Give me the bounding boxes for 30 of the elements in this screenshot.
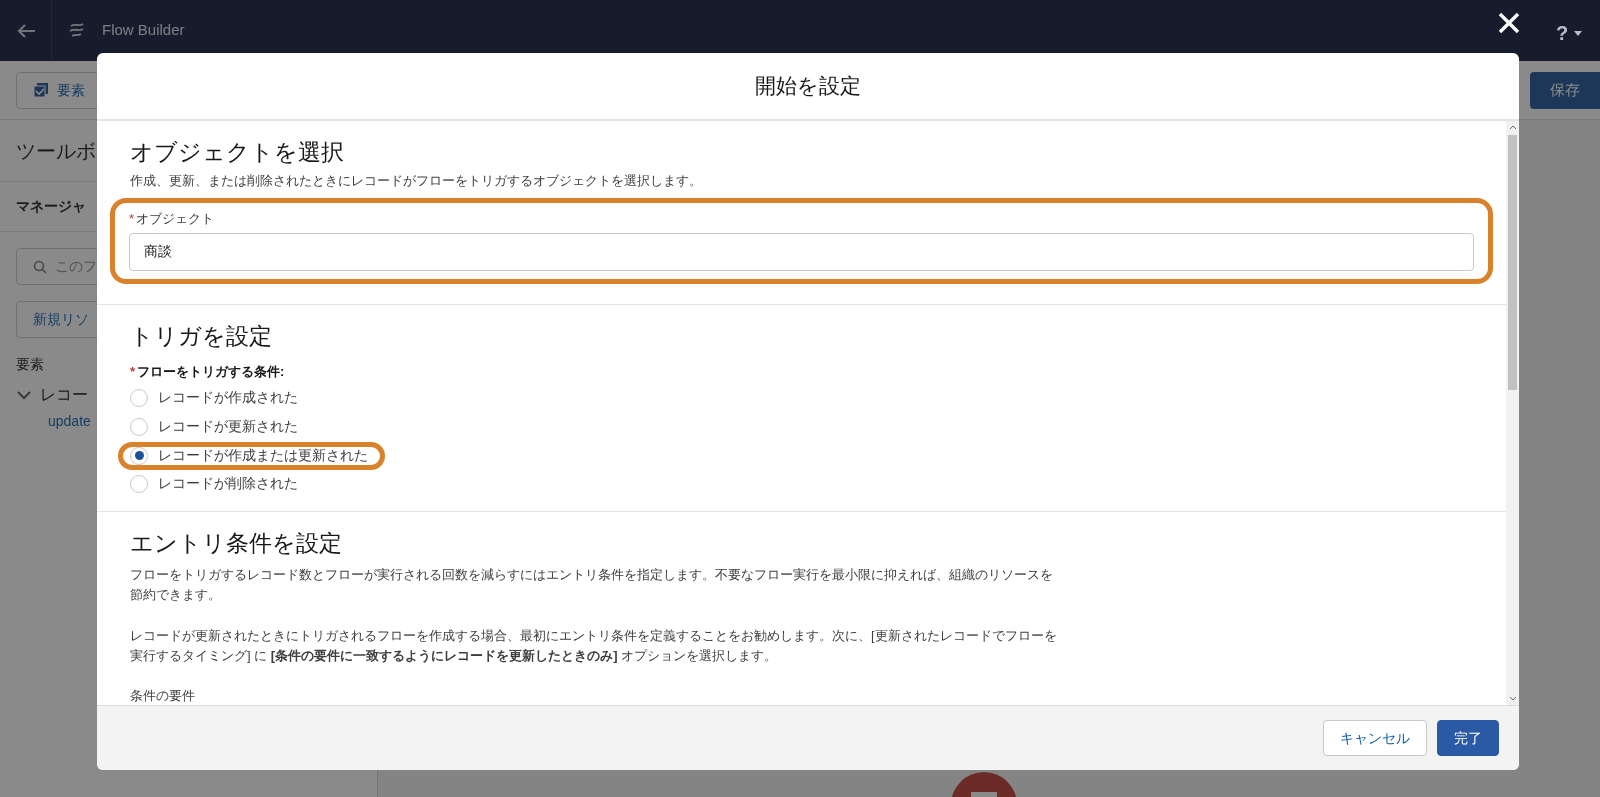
modal-title: 開始を設定 — [97, 53, 1519, 121]
panel-label: 要素 — [16, 356, 44, 372]
radio-option[interactable]: レコードが作成または更新された — [118, 441, 385, 470]
required-mark: * — [130, 364, 136, 380]
section-description: 作成、更新、または削除されたときにレコードがフローをトリガするオブジェクトを選択します。 — [130, 171, 703, 190]
object-field[interactable]: 商談 — [129, 232, 1474, 271]
paragraph: フローをトリガするレコード数とフローが実行される回数を減らすにはエントリ条件を指定します。不要なフロー実行を最小限に抑えれば、組織のリソースを節約できます。 — [130, 566, 1054, 605]
subheading: 条件の要件 — [130, 686, 196, 705]
panel-title: ツールボ — [16, 138, 96, 164]
option-label: レコードが作成された — [158, 388, 298, 408]
save-button[interactable]: 保存 — [1530, 71, 1600, 109]
app-title: Flow Builder — [102, 20, 185, 41]
help-button[interactable]: ? — [1550, 17, 1589, 49]
required-mark: * — [129, 211, 135, 227]
option-label: レコードが削除された — [158, 474, 298, 494]
done-button[interactable]: 完了 — [1437, 720, 1499, 756]
manager-tab[interactable]: マネージャ — [16, 196, 86, 217]
option-label: レコードが更新された — [158, 417, 298, 437]
section-heading: トリガを設定 — [130, 322, 273, 351]
option-label: レコードが作成または更新された — [158, 446, 368, 466]
section-heading: エントリ条件を設定 — [130, 529, 343, 558]
group-label: フローをトリガする条件: — [137, 364, 285, 380]
radio-option[interactable]: レコードが作成された — [118, 383, 315, 412]
radio-option[interactable]: レコードが更新された — [118, 412, 315, 441]
cancel-button[interactable]: キャンセル — [1323, 720, 1427, 756]
radio-option[interactable]: レコードが削除された — [118, 469, 315, 498]
tree-item[interactable]: レコー — [40, 383, 88, 407]
field-label: オブジェクト — [136, 211, 215, 227]
paragraph: レコードが更新されたときにトリガされるフローを作成する場合、最初にエントリ条件を定義することをお勧めします。次に、[更新されたレコードでフローを実行するタイミング] に [条件の要件に一致するようにレコードを更新したときのみ] オプションを選択します。 — [130, 626, 1058, 665]
section-heading: オブジェクトを選択 — [130, 139, 345, 167]
